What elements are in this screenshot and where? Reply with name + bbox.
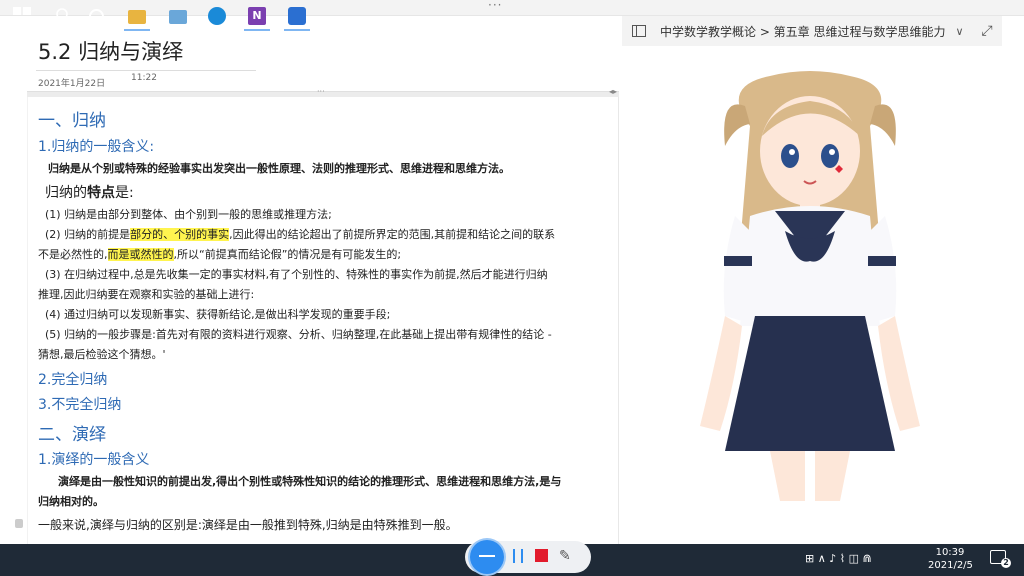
features-heading: 归纳的特点是:: [45, 185, 134, 201]
breadcrumb-path[interactable]: 中学数学教学概论 > 第五章 思维过程与数学思维能力: [660, 23, 946, 40]
anime-avatar-image: [700, 71, 920, 501]
deduction-definition: 演绎是由一般性知识的前提出发,得出个别性或特殊性知识的结论的推理形式、思维进程和…: [58, 475, 562, 488]
search-icon[interactable]: [52, 7, 70, 25]
windows-start-icon[interactable]: [13, 7, 31, 25]
tablet-app-icon[interactable]: [288, 7, 306, 25]
active-indicator: [244, 29, 270, 31]
resize-arrows-icon[interactable]: ◂▸: [609, 87, 617, 96]
difference-text: 一般来说,演绎与归纳的区别是:演绎是由一般推到特殊,归纳是由特殊推到一般。: [38, 518, 458, 532]
taskbar-clock[interactable]: 10:39 2021/2/5: [928, 546, 973, 572]
chevron-down-icon[interactable]: ∨: [956, 25, 964, 38]
feature-item-1: (1) 归纳是由部分到整体、由个别到一般的思维或推理方法;: [45, 208, 332, 221]
window-menu-dots[interactable]: ···: [488, 0, 502, 12]
title-divider: [36, 70, 256, 71]
breadcrumb[interactable]: 中学数学教学概论 > 第五章 思维过程与数学思维能力 ∨: [622, 16, 972, 46]
cortana-icon[interactable]: [89, 9, 104, 24]
pen-icon[interactable]: ✎: [559, 548, 571, 564]
heading-induction-meaning: 1.归纳的一般含义:: [38, 139, 155, 155]
notification-count-badge: 2: [1001, 558, 1011, 568]
page-title[interactable]: 5.2 归纳与演绎: [38, 36, 183, 66]
edge-browser-icon[interactable]: [208, 7, 226, 25]
feature-item-3-cont: 推理,因此归纳要在观察和实验的基础上进行:: [38, 288, 255, 301]
feature-item-2-cont: 不是必然性的,而是或然性的,所以“前提真而结论假”的情况是有可能发生的;: [38, 248, 402, 261]
active-indicator: [124, 29, 150, 31]
feature-item-5: (5) 归纳的一般步骤是:首先对有限的资料进行观察、分析、归纳整理,在此基础上提…: [45, 328, 552, 341]
paragraph-drag-handle[interactable]: [15, 519, 23, 528]
stop-recording-icon[interactable]: [535, 549, 548, 562]
page-time: 11:22: [131, 73, 157, 83]
highlight-text: 而是或然性的: [107, 248, 174, 261]
heading-deduction: 二、演绎: [38, 425, 106, 445]
feature-item-3: (3) 在归纳过程中,总是先收集一定的事实材料,有了个别性的、特殊性的事实作为前…: [45, 268, 548, 281]
expand-button[interactable]: ⤢: [972, 16, 1002, 46]
system-tray-icons[interactable]: ⊞ ∧ ♪ ⌇ ◫ ⋒: [805, 552, 872, 565]
feature-item-4: (4) 通过归纳可以发现新事实、获得新结论,是做出科学发现的重要手段;: [45, 308, 391, 321]
window-titlebar: ···: [0, 0, 1024, 16]
feature-item-5-cont: 猜想,最后检验这个猜想。': [38, 348, 166, 361]
app-window-icon[interactable]: [169, 10, 187, 24]
feature-item-2: (2) 归纳的前提是部分的、个别的事实,因此得出的结论超出了前提所界定的范围,其…: [45, 228, 556, 241]
heading-incomplete-induction: 3.不完全归纳: [38, 397, 122, 413]
heading-deduction-meaning: 1.演绎的一般含义: [38, 452, 150, 468]
page-date: 2021年1月22日: [38, 79, 106, 89]
heading-complete-induction: 2.完全归纳: [38, 372, 108, 388]
file-explorer-icon[interactable]: [128, 10, 146, 24]
clock-date: 2021/2/5: [928, 560, 973, 571]
grip-icon[interactable]: ···: [317, 87, 325, 96]
heading-induction: 一、归纳: [38, 111, 106, 131]
induction-definition: 归纳是从个别或特殊的经验事实出发突出一般性原理、法则的推理形式、思维进程和思维方…: [48, 162, 510, 175]
clock-time: 10:39: [935, 547, 965, 558]
deduction-definition-cont: 归纳相对的。: [38, 495, 104, 508]
onenote-icon[interactable]: N: [248, 7, 266, 25]
recording-minimize-button[interactable]: [470, 540, 504, 574]
highlight-text: 部分的、个别的事实: [130, 228, 230, 241]
pause-icon[interactable]: [513, 549, 523, 563]
sidebar-toggle-icon[interactable]: [632, 25, 646, 37]
active-indicator: [284, 29, 310, 31]
